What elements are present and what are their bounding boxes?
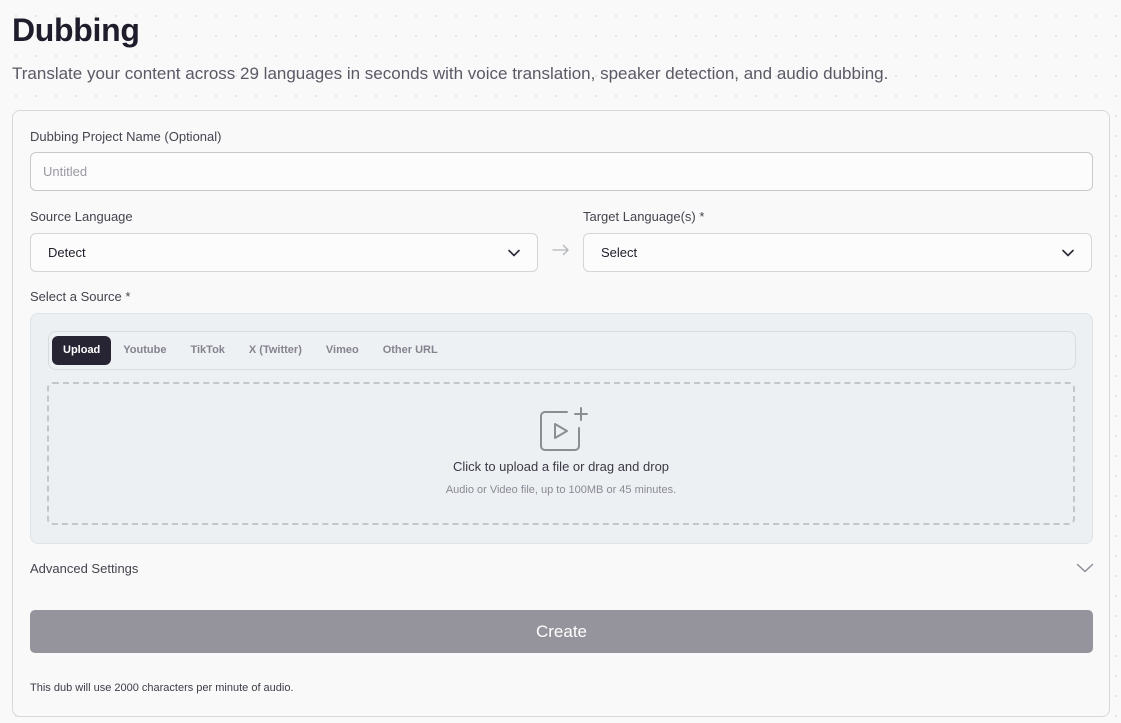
source-language-select[interactable]: Detect [30, 233, 538, 272]
dropzone-title: Click to upload a file or drag and drop [452, 459, 670, 474]
advanced-settings-label: Advanced Settings [30, 560, 139, 576]
source-panel: Upload Youtube TikTok X (Twitter) Vimeo … [30, 313, 1093, 544]
target-language-value: Select [601, 245, 638, 260]
usage-footnote: This dub will use 2000 characters per mi… [30, 682, 294, 694]
project-name-label: Dubbing Project Name (Optional) [30, 129, 222, 144]
video-add-icon [540, 407, 588, 451]
create-button[interactable]: Create [30, 610, 1093, 653]
chevron-down-icon [1062, 249, 1074, 256]
tab-youtube[interactable]: Youtube [111, 336, 178, 365]
dubbing-form-card: Dubbing Project Name (Optional) Source L… [12, 110, 1110, 717]
advanced-settings-toggle[interactable]: Advanced Settings [30, 557, 1094, 579]
page-title: Dubbing [12, 12, 140, 48]
select-source-label: Select a Source * [30, 289, 130, 304]
source-tabs: Upload Youtube TikTok X (Twitter) Vimeo … [48, 331, 1076, 370]
target-language-label-text: Target Language(s) [583, 209, 696, 224]
project-name-input[interactable] [30, 152, 1093, 191]
target-language-label: Target Language(s) * [583, 209, 704, 224]
tab-vimeo[interactable]: Vimeo [314, 336, 371, 365]
chevron-down-icon [1076, 563, 1094, 573]
tab-other-url[interactable]: Other URL [371, 336, 450, 365]
tab-upload[interactable]: Upload [52, 336, 112, 365]
required-mark: * [699, 209, 705, 224]
chevron-down-icon [508, 249, 520, 256]
dropzone-subtitle: Audio or Video file, up to 100MB or 45 m… [445, 484, 677, 496]
page-subtitle: Translate your content across 29 languag… [12, 64, 889, 83]
tab-x-twitter[interactable]: X (Twitter) [237, 336, 314, 365]
tab-tiktok[interactable]: TikTok [178, 336, 236, 365]
source-language-label: Source Language [30, 209, 133, 224]
select-source-label-text: Select a Source [30, 289, 122, 304]
arrow-right-icon [552, 244, 569, 256]
required-mark: * [125, 289, 131, 304]
source-language-value: Detect [48, 245, 86, 260]
target-language-select[interactable]: Select [583, 233, 1092, 272]
upload-dropzone[interactable]: Click to upload a file or drag and drop … [47, 382, 1075, 525]
